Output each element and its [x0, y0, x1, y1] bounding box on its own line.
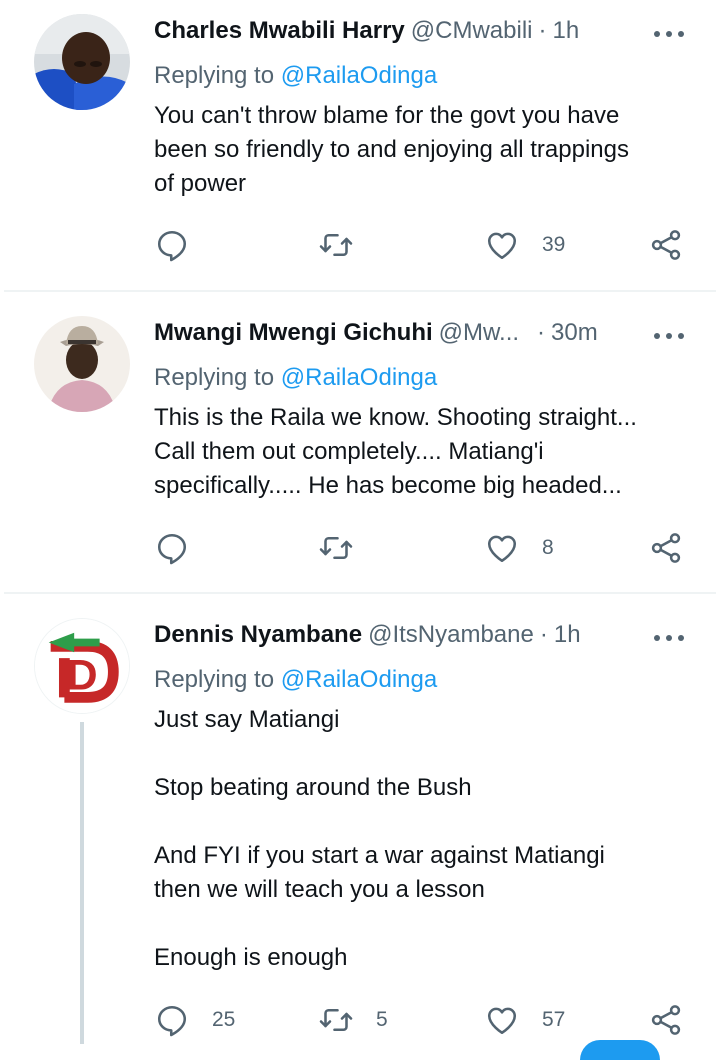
replying-to: Replying to @RailaOdinga	[154, 666, 437, 694]
tweet-text-line: been so friendly to and enjoying all tra…	[154, 136, 629, 163]
reply-mention-link[interactable]: @RailaOdinga	[281, 666, 437, 693]
replying-to-label: Replying to	[154, 364, 275, 391]
tweet-text-line: Call them out completely.... Matiang'i	[154, 438, 544, 465]
compose-fab[interactable]	[580, 1040, 660, 1060]
reply-count: 25	[212, 1008, 236, 1031]
retweet-icon	[319, 1008, 353, 1032]
share-icon	[651, 533, 681, 563]
avatar[interactable]: D	[34, 618, 130, 714]
tweet-divider	[4, 290, 716, 292]
like-count: 39	[542, 233, 566, 256]
tweet-time[interactable]: 1h	[552, 17, 579, 45]
author-handle[interactable]: @CMwabili	[411, 17, 533, 45]
share-icon	[651, 1005, 681, 1035]
like-count: 8	[542, 536, 554, 559]
author-handle[interactable]: @ItsNyambane	[368, 621, 534, 649]
reply-button[interactable]	[154, 225, 212, 265]
thread-line	[80, 722, 84, 1044]
reply-icon	[157, 1005, 187, 1037]
share-button[interactable]	[648, 225, 684, 265]
tweet-time[interactable]: 1h	[554, 621, 581, 649]
more-options-icon[interactable]	[654, 29, 684, 39]
author-name[interactable]: Dennis Nyambane	[154, 621, 362, 649]
tweet-text-line: This is the Raila we know. Shooting stra…	[154, 404, 637, 431]
logo-letter: D	[66, 652, 97, 700]
avatar[interactable]	[34, 316, 130, 412]
retweet-count: 5	[376, 1008, 388, 1031]
retweet-button[interactable]	[318, 528, 376, 568]
like-count: 57	[542, 1008, 566, 1031]
like-button[interactable]: 39	[484, 225, 565, 265]
share-icon	[651, 230, 681, 260]
retweet-button[interactable]	[318, 225, 376, 265]
reply-button[interactable]	[154, 528, 212, 568]
reply-mention-link[interactable]: @RailaOdinga	[281, 62, 437, 89]
like-button[interactable]: 8	[484, 528, 554, 568]
tweet-text-line: Enough is enough	[154, 944, 348, 971]
tweet-text-line: Just say Matiangi	[154, 706, 340, 733]
tweet-text-line: specifically..... He has become big head…	[154, 472, 622, 499]
replying-to-label: Replying to	[154, 62, 275, 89]
more-options-icon[interactable]	[654, 633, 684, 643]
reply-button[interactable]: 25	[154, 1000, 235, 1040]
replying-to: Replying to @RailaOdinga	[154, 364, 437, 392]
tweet-3[interactable]: D Dennis Nyambane @ItsNyambane · 1h Repl…	[0, 604, 720, 1060]
separator-dot: ·	[537, 319, 546, 346]
tweet-text-line: Stop beating around the Bush	[154, 774, 472, 801]
author-name[interactable]: Mwangi Mwengi Gichuhi	[154, 319, 433, 347]
retweet-button[interactable]: 5	[318, 1000, 388, 1040]
tweet-header: Mwangi Mwengi Gichuhi @Mw... · 30m	[154, 316, 598, 350]
tweet-text-line: You can't throw blame for the govt you h…	[154, 102, 620, 129]
heart-icon	[487, 535, 517, 563]
author-handle[interactable]: @Mw...	[439, 319, 519, 347]
tweet-header: Dennis Nyambane @ItsNyambane · 1h	[154, 618, 581, 652]
tweet-text: This is the Raila we know. Shooting stra…	[154, 401, 694, 503]
author-name[interactable]: Charles Mwabili Harry	[154, 17, 405, 45]
tweet-text-line: then we will teach you a lesson	[154, 876, 485, 903]
heart-icon	[487, 1007, 517, 1035]
retweet-icon	[319, 233, 353, 257]
more-options-icon[interactable]	[654, 331, 684, 341]
avatar[interactable]	[34, 14, 130, 110]
tweet-1[interactable]: Charles Mwabili Harry @CMwabili · 1h Rep…	[0, 0, 720, 290]
separator-dot: ·	[538, 17, 547, 44]
reply-icon	[157, 533, 187, 565]
reply-icon	[157, 230, 187, 262]
like-button[interactable]: 57	[484, 1000, 565, 1040]
share-button[interactable]	[648, 528, 684, 568]
tweet-text: Just say Matiangi Stop beating around th…	[154, 703, 694, 975]
tweet-text: You can't throw blame for the govt you h…	[154, 99, 694, 201]
tweet-divider	[4, 592, 716, 594]
separator-dot: ·	[539, 621, 548, 648]
tweet-text-line: of power	[154, 170, 247, 197]
retweet-icon	[319, 536, 353, 560]
tweet-header: Charles Mwabili Harry @CMwabili · 1h	[154, 14, 579, 48]
share-button[interactable]	[648, 1000, 684, 1040]
tweet-text-line: And FYI if you start a war against Matia…	[154, 842, 605, 869]
heart-icon	[487, 232, 517, 260]
replying-to-label: Replying to	[154, 666, 275, 693]
replying-to: Replying to @RailaOdinga	[154, 62, 437, 90]
reply-mention-link[interactable]: @RailaOdinga	[281, 364, 437, 391]
tweet-time[interactable]: 30m	[551, 319, 598, 347]
tweet-2[interactable]: Mwangi Mwengi Gichuhi @Mw... · 30m Reply…	[0, 302, 720, 592]
